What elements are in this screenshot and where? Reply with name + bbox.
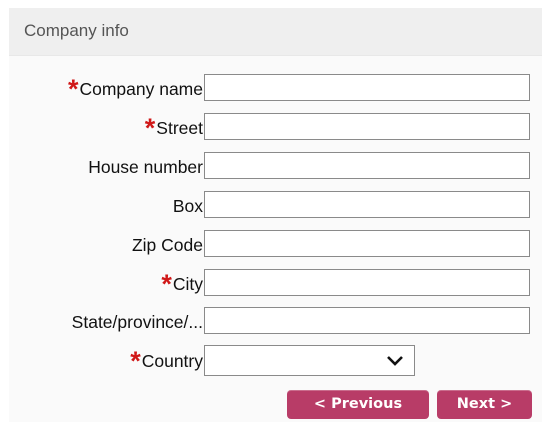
street-label: *Street [144,113,203,143]
required-marker: * [130,346,141,376]
required-marker: * [161,269,172,299]
chevron-down-icon [387,356,403,366]
company-name-input[interactable] [204,74,530,101]
box-input[interactable] [204,191,530,218]
box-label: Box [172,196,203,216]
next-button[interactable]: Next > [437,390,532,419]
state-province-label: State/province/... [71,312,203,332]
zip-code-label: Zip Code [131,235,203,255]
required-marker: * [67,74,79,104]
previous-button[interactable]: < Previous [287,390,429,419]
house-number-input[interactable] [204,152,530,179]
panel-title: Company info [24,21,129,40]
required-marker: * [144,113,156,143]
state-province-input[interactable] [204,307,530,334]
panel-header: Company info [9,8,542,56]
country-label: *Country [130,346,203,376]
house-number-label: House number [88,157,203,177]
zip-code-input[interactable] [204,230,530,257]
company-name-label: *Company name [67,74,203,104]
city-input[interactable] [204,269,530,296]
city-label: *City [161,269,203,299]
country-select[interactable] [204,345,415,376]
company-info-panel: Company info *Company name *Street House… [9,8,542,422]
street-input[interactable] [204,113,530,140]
